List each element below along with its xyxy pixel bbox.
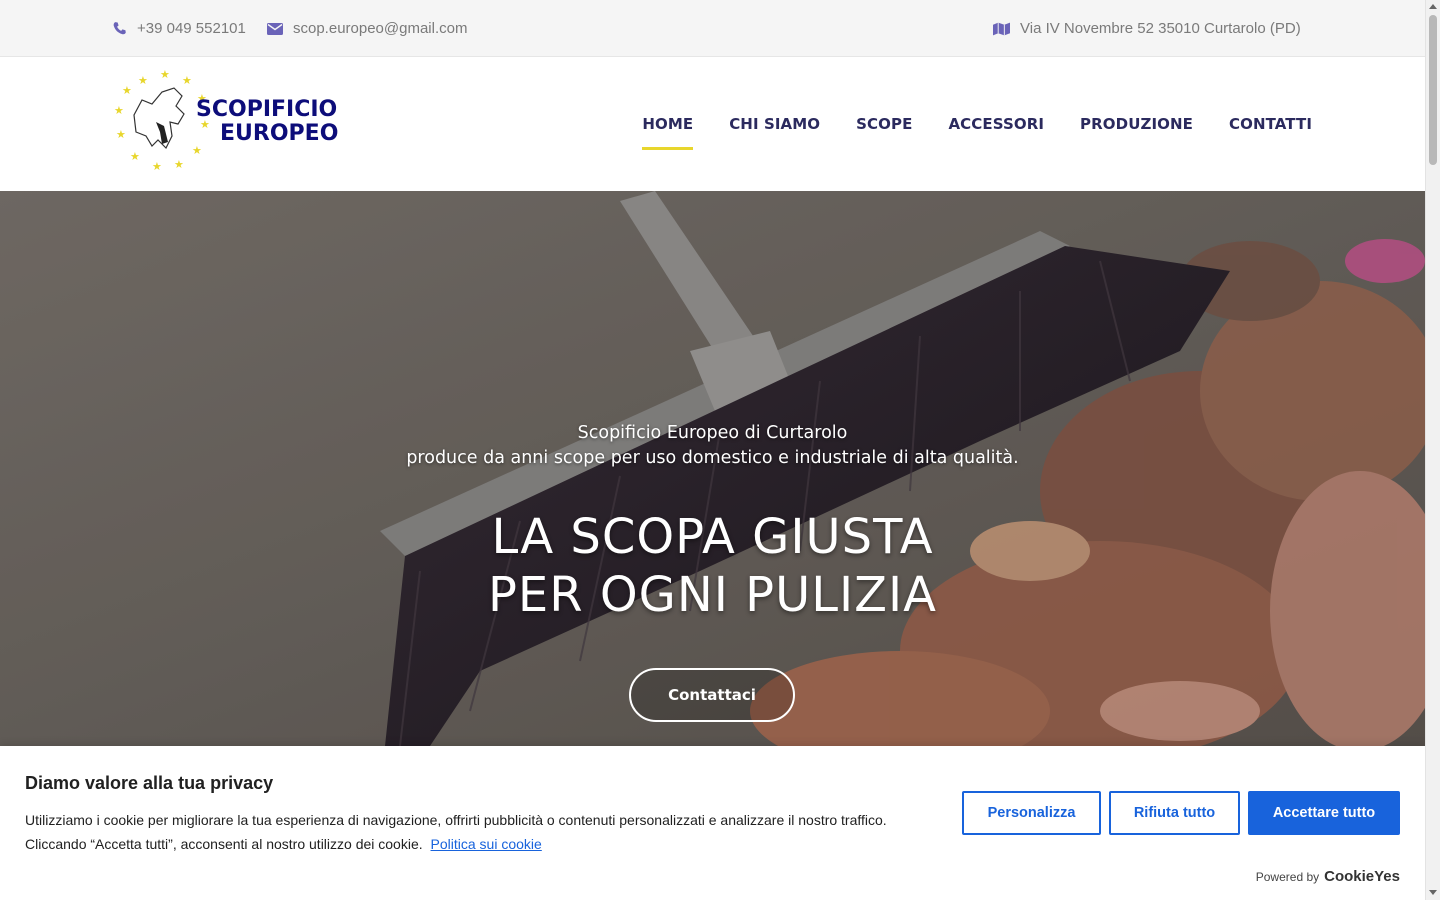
svg-text:★: ★ (174, 158, 184, 171)
phone-number: +39 049 552101 (137, 20, 246, 37)
main-nav: HOME CHI SIAMO SCOPE ACCESSORI PRODUZION… (642, 58, 1312, 191)
nav-item-scope[interactable]: SCOPE (856, 58, 912, 191)
cookie-description: Utilizziamo i cookie per migliorare la t… (25, 808, 925, 856)
svg-text:★: ★ (138, 74, 148, 87)
svg-text:★: ★ (160, 70, 170, 81)
top-bar: +39 049 552101 scop.europeo@gmail.com Vi… (0, 0, 1425, 57)
logo-text-line1: SCOPIFICIO (196, 97, 337, 122)
svg-text:★: ★ (122, 84, 132, 97)
scroll-up-arrow-icon[interactable] (1429, 4, 1437, 9)
accept-all-button[interactable]: Accettare tutto (1248, 791, 1400, 835)
top-bar-phone[interactable]: +39 049 552101 (112, 0, 246, 57)
address-text: Via IV Novembre 52 35010 Curtarolo (PD) (1020, 20, 1301, 37)
cookie-title: Diamo valore alla tua privacy (25, 773, 274, 793)
hero-subtitle-line2: produce da anni scope per uso domestico … (406, 448, 1019, 468)
cookieyes-logo: CookieYes (1324, 868, 1400, 885)
scrollbar-thumb[interactable] (1429, 15, 1437, 165)
page-scrollbar[interactable] (1425, 0, 1440, 900)
map-icon (993, 22, 1010, 35)
nav-item-accessori[interactable]: ACCESSORI (948, 58, 1044, 191)
scroll-down-arrow-icon[interactable] (1429, 890, 1437, 895)
svg-text:★: ★ (182, 74, 192, 87)
phone-icon (113, 22, 126, 35)
svg-text:★: ★ (192, 144, 202, 157)
hero-title-line2: PER OGNI PULIZIA (487, 567, 938, 623)
logo-text-line2: EUROPEO (220, 121, 338, 146)
svg-text:★: ★ (114, 104, 124, 117)
powered-by[interactable]: Powered by CookieYes (1256, 868, 1400, 885)
cookie-banner: Diamo valore alla tua privacy Utilizziam… (0, 746, 1425, 900)
top-bar-address: Via IV Novembre 52 35010 Curtarolo (PD) (993, 0, 1301, 57)
hero-subtitle-line1: Scopificio Europeo di Curtarolo (577, 423, 848, 443)
reject-all-button[interactable]: Rifiuta tutto (1109, 791, 1240, 835)
nav-item-chi-siamo[interactable]: CHI SIAMO (729, 58, 820, 191)
email-address: scop.europeo@gmail.com (293, 20, 468, 37)
contattaci-button[interactable]: Contattaci (629, 668, 795, 722)
nav-item-home[interactable]: HOME (642, 58, 693, 191)
site-logo[interactable]: ★ ★ ★ ★ ★ ★ ★ ★ ★ ★ ★ ★ SCOPIFICIO EUROP… (112, 68, 362, 176)
site-header: ★ ★ ★ ★ ★ ★ ★ ★ ★ ★ ★ ★ SCOPIFICIO EUROP… (0, 58, 1425, 191)
cookie-text-line1: Utilizziamo i cookie per migliorare la t… (25, 812, 887, 828)
customize-button[interactable]: Personalizza (962, 791, 1101, 835)
powered-by-label: Powered by (1255, 870, 1320, 884)
top-bar-email[interactable]: scop.europeo@gmail.com (267, 0, 467, 57)
cookie-text-line2: Cliccando “Accetta tutti”, acconsenti al… (25, 836, 423, 852)
envelope-icon (267, 22, 283, 35)
cookie-policy-link[interactable]: Politica sui cookie (431, 836, 542, 852)
logo-map (133, 87, 185, 150)
svg-text:★: ★ (152, 160, 162, 173)
hero-section: Scopificio Europeo di Curtarolo produce … (0, 191, 1425, 746)
svg-text:★: ★ (116, 128, 126, 141)
nav-item-produzione[interactable]: PRODUZIONE (1080, 58, 1193, 191)
nav-item-contatti[interactable]: CONTATTI (1229, 58, 1312, 191)
svg-text:★: ★ (130, 150, 140, 163)
hero-title-line1: LA SCOPA GIUSTA (491, 509, 934, 565)
